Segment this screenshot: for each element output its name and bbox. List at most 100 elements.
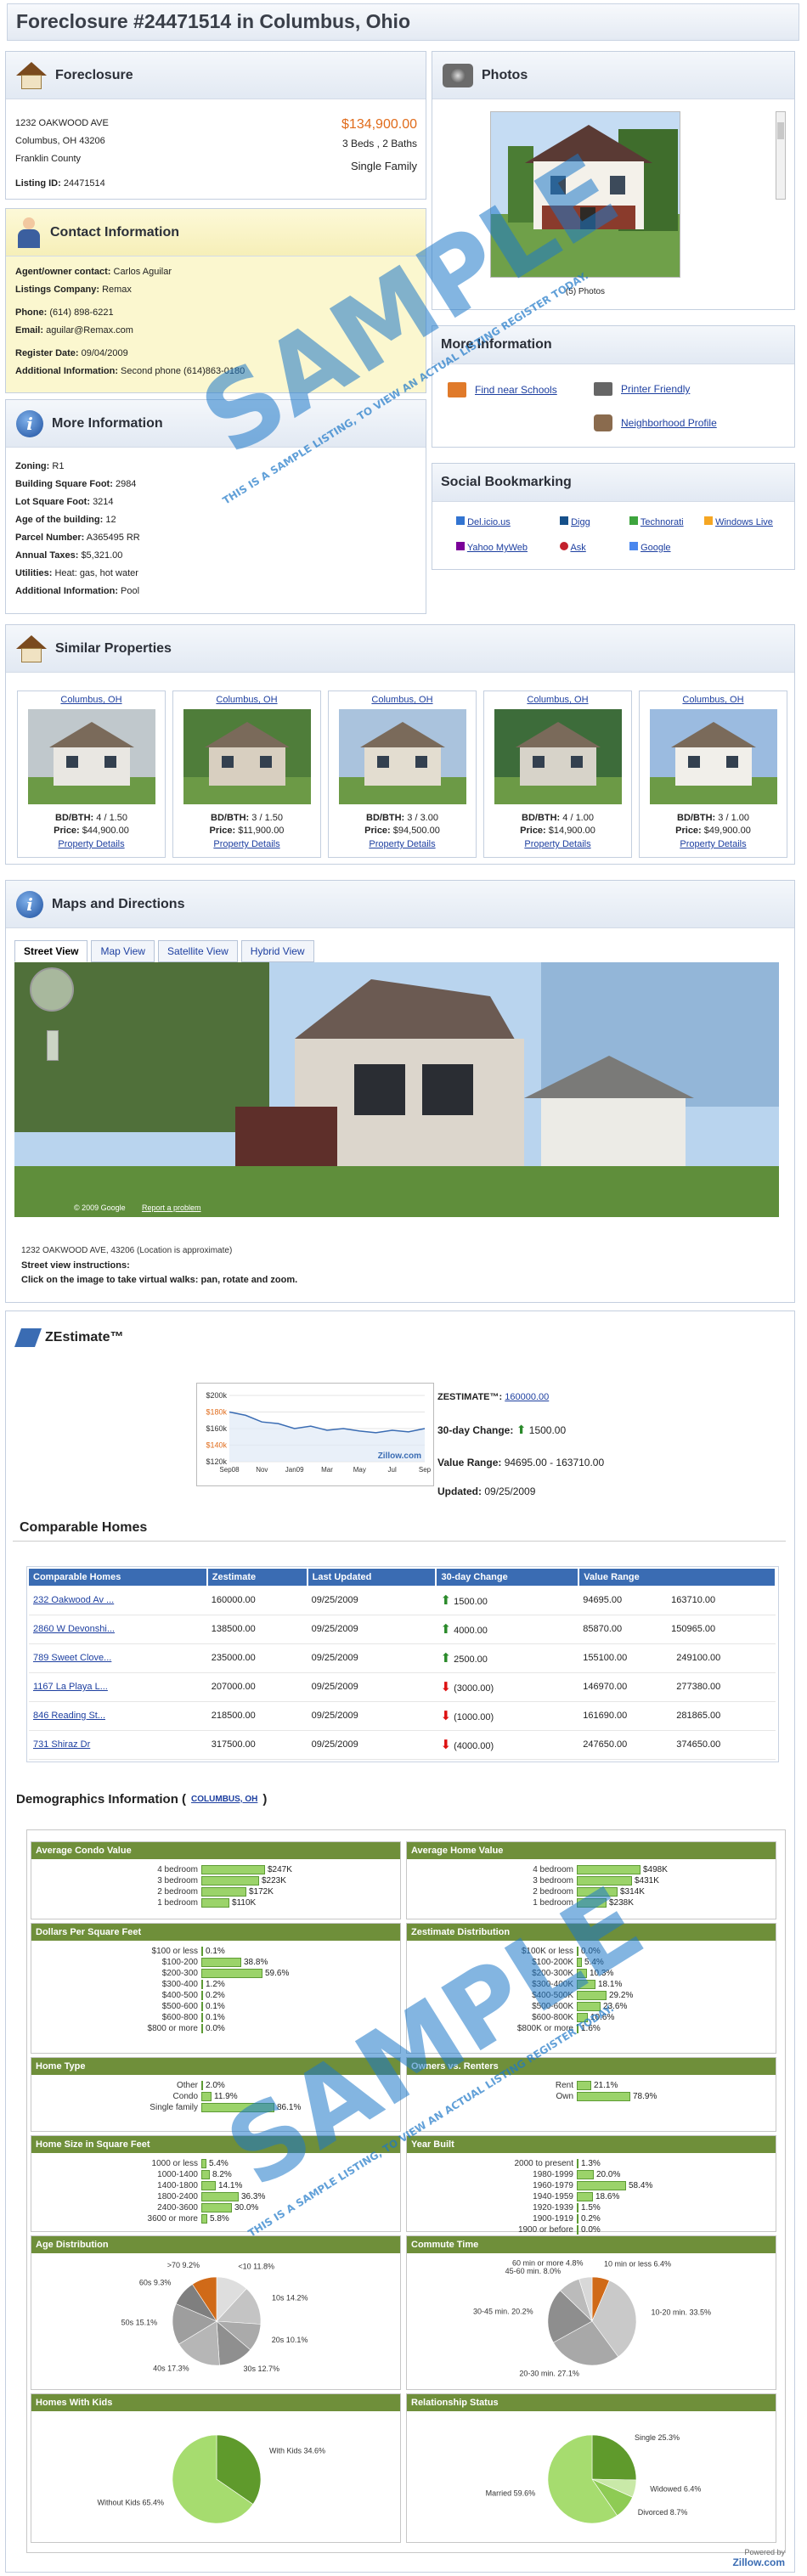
range-low: 94695.00	[583, 1594, 623, 1605]
google-text[interactable]: Google	[641, 543, 670, 553]
social-link-digg[interactable]: Digg	[560, 516, 590, 527]
bar-label: $100 or less	[151, 1947, 198, 1956]
instructions-title: Street view instructions:	[21, 1260, 130, 1271]
street-view[interactable]: © 2009 Google Report a problem	[14, 962, 779, 1217]
bar-value: 1.2%	[206, 1980, 225, 1989]
main-photo[interactable]	[490, 111, 680, 278]
zillow-brand: Zillow.com	[732, 2556, 785, 2568]
printer-friendly-text[interactable]: Printer Friendly	[621, 383, 690, 395]
social-link-technorati[interactable]: Technorati	[629, 516, 684, 527]
info-row: Age of the building: 12	[15, 511, 140, 529]
tab-map-view[interactable]: Map View	[91, 940, 155, 962]
property-city-link[interactable]: Columbus, OH	[640, 695, 787, 705]
yahoo-text[interactable]: Yahoo MyWeb	[467, 543, 528, 553]
pie-label: 40s 17.3%	[153, 2365, 189, 2373]
contact-key: Listings Company:	[15, 285, 100, 295]
yahoo-icon	[456, 542, 465, 550]
property-photo[interactable]	[494, 709, 622, 804]
property-photo[interactable]	[338, 709, 466, 804]
neighborhood-profile-link[interactable]: Neighborhood Profile	[594, 414, 717, 431]
property-photo[interactable]	[649, 709, 777, 804]
bar	[201, 1969, 262, 1978]
bar-label: 1 bedroom	[533, 1898, 573, 1908]
bar-row: 4 bedroom $498K	[407, 1864, 776, 1875]
contact-panel: Contact Information Agent/owner contact:…	[5, 208, 426, 393]
social-link-delicious[interactable]: Del.icio.us	[456, 516, 511, 527]
report-problem-link[interactable]: Report a problem	[142, 1203, 201, 1212]
property-city-link[interactable]: Columbus, OH	[329, 695, 476, 705]
bar	[577, 1887, 618, 1897]
property-details-link[interactable]: Property Details	[18, 839, 165, 849]
social-link-windows-live[interactable]: Windows Live	[704, 516, 773, 527]
comparable-home-link[interactable]: 846 Reading St...	[33, 1711, 105, 1721]
comparable-home-link[interactable]: 1167 La Playa L...	[33, 1682, 108, 1692]
photos-scrollbar[interactable]	[776, 111, 786, 200]
bar-value: 11.9%	[214, 2092, 238, 2101]
comparable-home-link[interactable]: 2860 W Devonshi...	[33, 1624, 115, 1634]
property-details-link[interactable]: Property Details	[640, 839, 787, 849]
bar	[577, 2192, 593, 2201]
similar-property-card[interactable]: Columbus, OH BD/BTH: 3 / 3.00 Price: $94,5…	[328, 691, 477, 858]
bar-value: 58.4%	[629, 2181, 653, 2190]
property-details-link[interactable]: Property Details	[329, 839, 476, 849]
similar-property-card[interactable]: Columbus, OH BD/BTH: 3 / 1.50 Price: $11,9…	[172, 691, 321, 858]
property-details-link[interactable]: Property Details	[173, 839, 320, 849]
comparable-home-link[interactable]: 232 Oakwood Av ...	[33, 1595, 114, 1605]
find-schools-text[interactable]: Find near Schools	[475, 384, 557, 396]
change-value: 2500.00	[454, 1654, 488, 1665]
windows-live-icon	[704, 516, 713, 525]
tab-street-view[interactable]: Street View	[14, 940, 88, 962]
property-photo[interactable]	[27, 709, 155, 804]
social-link-google[interactable]: Google	[629, 542, 671, 553]
similar-property-card[interactable]: Columbus, OH BD/BTH: 3 / 1.00 Price: $49,9…	[639, 691, 787, 858]
bar-row: $500-600K 23.6%	[407, 2001, 776, 2012]
property-city-link[interactable]: Columbus, OH	[173, 695, 320, 705]
pie-label: 60 min or more 4.8%	[512, 2259, 584, 2268]
info-value: 2984	[115, 479, 137, 489]
hometype-box: Home Type Other 2.0% Condo 11.9% Single famil…	[31, 2057, 401, 2132]
ask-text[interactable]: Ask	[570, 543, 585, 553]
bar-value: 0.1%	[206, 1947, 225, 1956]
info-row: Parcel Number: A365495 RR	[15, 529, 140, 547]
tab-hybrid-view[interactable]: Hybrid View	[240, 940, 314, 962]
digg-text[interactable]: Digg	[571, 517, 590, 527]
range-high: 150965.00	[671, 1624, 716, 1634]
down-arrow-icon: ⬇	[440, 1738, 452, 1752]
bar-label: $800K or more	[516, 2024, 573, 2033]
pan-control[interactable]	[30, 967, 74, 1012]
similar-property-card[interactable]: Columbus, OH BD/BTH: 4 / 1.50 Price: $44,9…	[17, 691, 166, 858]
zoom-control[interactable]	[47, 1030, 59, 1061]
property-city-link[interactable]: Columbus, OH	[484, 695, 631, 705]
technorati-text[interactable]: Technorati	[641, 517, 684, 527]
more-links-heading: More Information	[441, 337, 552, 352]
bar-label: $500-600	[161, 2002, 198, 2011]
printer-friendly-link[interactable]: Printer Friendly	[594, 382, 690, 396]
bar-row: $400-500K 29.2%	[407, 1990, 776, 2001]
tab-satellite-view[interactable]: Satellite View	[157, 940, 238, 962]
comparable-home-link[interactable]: 789 Sweet Clove...	[33, 1653, 111, 1663]
social-link-yahoo[interactable]: Yahoo MyWeb	[456, 542, 528, 553]
windows-live-text[interactable]: Windows Live	[715, 517, 773, 527]
bar	[201, 2024, 203, 2033]
property-photo[interactable]	[183, 709, 311, 804]
bar	[577, 1898, 607, 1908]
demographics-location-link[interactable]: COLUMBUS, OH	[191, 1795, 257, 1804]
property-city-link[interactable]: Columbus, OH	[18, 695, 165, 705]
similar-property-card[interactable]: Columbus, OH BD/BTH: 4 / 1.00 Price: $14,9…	[483, 691, 632, 858]
y-tick: $120k	[206, 1457, 227, 1466]
delicious-icon	[456, 516, 465, 525]
zestimate-value[interactable]: 160000.00	[505, 1392, 549, 1402]
neighborhood-profile-text[interactable]: Neighborhood Profile	[621, 417, 717, 429]
comparable-home-link[interactable]: 731 Shiraz Dr	[33, 1739, 90, 1750]
map-address-note: 1232 OAKWOOD AVE, 43206 (Location is app…	[21, 1246, 233, 1255]
property-details-link[interactable]: Property Details	[484, 839, 631, 849]
contact-row: Listings Company: Remax	[15, 281, 245, 299]
social-link-ask[interactable]: Ask	[560, 542, 586, 553]
bar-value: 2.0%	[206, 2081, 225, 2090]
delicious-text[interactable]: Del.icio.us	[467, 517, 511, 527]
table-row: 1167 La Playa L... 207000.00 09/25/2009 ⬇ (…	[29, 1672, 776, 1702]
bar-row: 1940-1959 18.6%	[407, 2191, 776, 2202]
find-schools-link[interactable]: Find near Schools	[448, 382, 557, 397]
bar	[201, 2192, 239, 2201]
bar-value: 0.1%	[206, 2002, 225, 2011]
